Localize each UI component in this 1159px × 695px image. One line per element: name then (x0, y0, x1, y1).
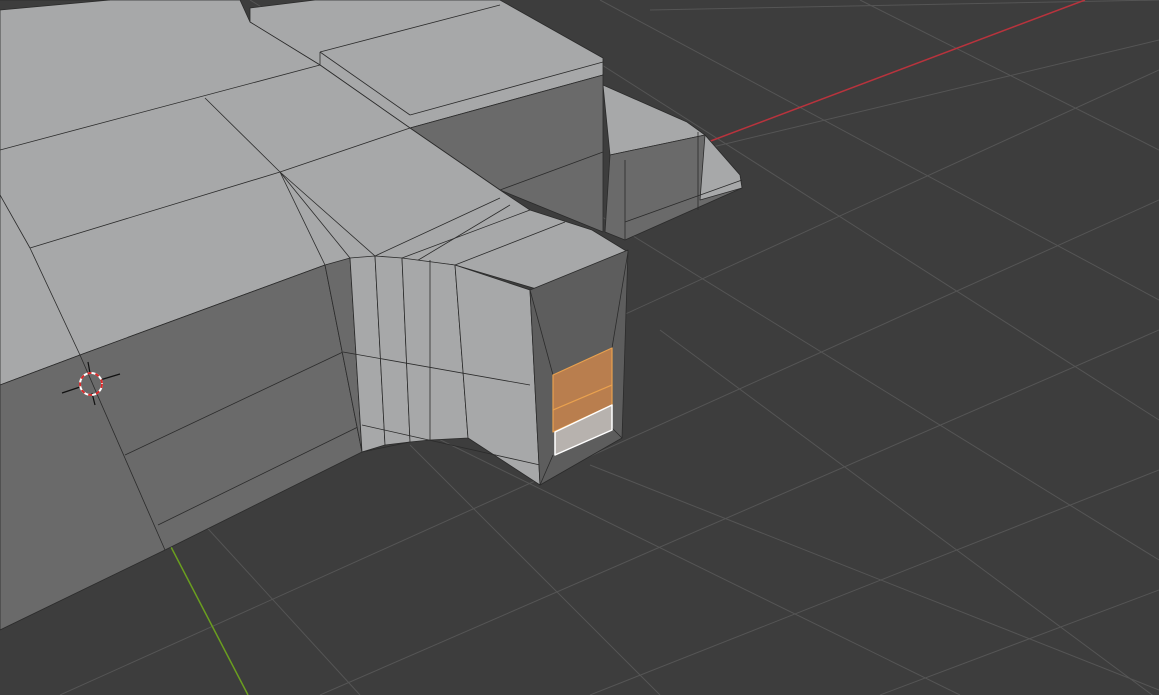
viewport-canvas[interactable] (0, 0, 1159, 695)
3d-viewport[interactable] (0, 0, 1159, 695)
